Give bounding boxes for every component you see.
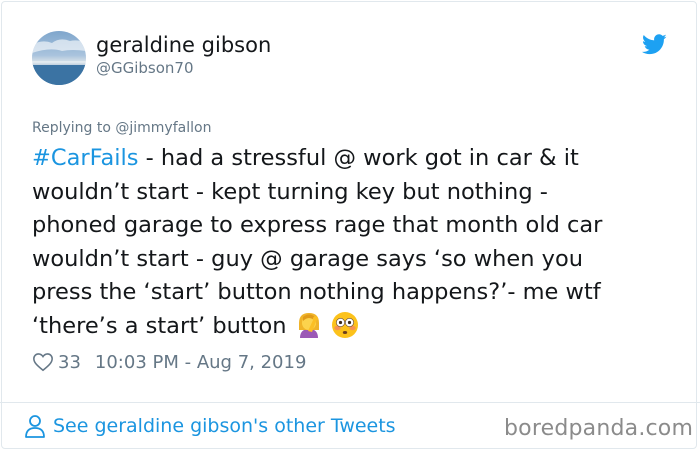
flushed-face-emoji [331, 311, 358, 338]
author-display-name[interactable]: geraldine gibson [96, 33, 271, 57]
like-count[interactable]: 33 [58, 352, 81, 373]
tweet-line: wouldn’t start - guy @ garage says ‘so w… [32, 245, 583, 272]
avatar[interactable] [32, 31, 86, 85]
tweet-line: #CarFails - had a stressful @ work got i… [32, 142, 672, 176]
tweet-timestamp[interactable]: 10:03 PM - Aug 7, 2019 [95, 352, 307, 373]
tweet-line: ‘there’s a start’ button [32, 310, 672, 344]
tweet-line-text: - had a stressful @ work got in car & it [138, 145, 579, 171]
tweet-meta: 33 10:03 PM - Aug 7, 2019 [32, 351, 306, 373]
heart-icon[interactable] [32, 351, 54, 373]
replying-to-text: Replying to @jimmyfallon [32, 120, 212, 136]
tweet-line: press the ‘start’ button nothing happens… [32, 279, 601, 306]
brand-watermark: boredpanda.com [504, 416, 694, 441]
author-handle[interactable]: @GGibson70 [96, 59, 194, 77]
see-more-label: See geraldine gibson's other Tweets [53, 415, 396, 437]
twitter-bird-icon[interactable] [642, 34, 667, 55]
see-more-tweets-link[interactable]: See geraldine gibson's other Tweets [24, 414, 396, 438]
tweet-line: wouldn’t start - kept turning key but no… [32, 178, 548, 205]
hashtag-link[interactable]: #CarFails [32, 145, 139, 171]
divider [0, 402, 700, 403]
avatar-image [32, 39, 86, 85]
person-icon [25, 415, 45, 438]
woman-facepalming-emoji [298, 312, 319, 338]
tweet-line: phoned garage to express rage that month… [32, 212, 603, 239]
tweet-text: #CarFails - had a stressful @ work got i… [32, 142, 672, 344]
tweet-line-text: ‘there’s a start’ button [32, 312, 287, 339]
